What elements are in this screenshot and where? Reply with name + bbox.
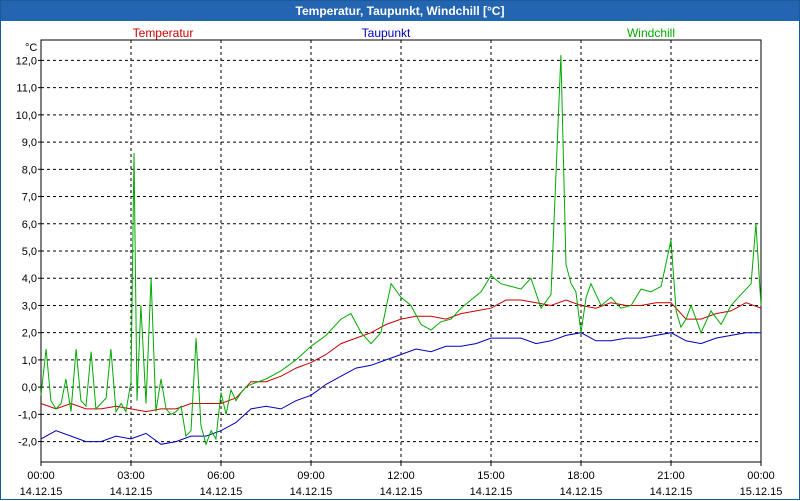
chart-canvas: -2,0 -1,0 0,0 1,0 2,0 3,0 4,0 5,0 6,0 7,0 8,0 9,0 10… (16, 26, 783, 498)
x-tick-time: 03:00 (117, 470, 145, 482)
x-tick-time: 18:00 (567, 470, 595, 482)
x-tick-date: 14.12.15 (560, 486, 603, 498)
y-tick-label: 11,0 (16, 83, 37, 95)
x-tick-date: 14.12.15 (110, 486, 153, 498)
chart-window: Temperatur, Taupunkt, Windchill [°C] -2,… (0, 0, 800, 500)
legend-temperatur: Temperatur (133, 26, 194, 40)
x-tick-time: 00:00 (27, 470, 55, 482)
x-tick-date: 15.12.15 (740, 486, 783, 498)
x-tick-date: 14.12.15 (200, 486, 243, 498)
y-tick-label: 2,0 (22, 328, 37, 340)
x-tick-date: 14.12.15 (290, 486, 333, 498)
y-tick-label: 6,0 (22, 219, 37, 231)
y-tick-label: -2,0 (18, 437, 37, 449)
y-tick-label: 5,0 (22, 246, 37, 258)
legend-taupunkt: Taupunkt (362, 26, 411, 40)
x-tick-date: 14.12.15 (650, 486, 693, 498)
x-tick-time: 09:00 (297, 470, 325, 482)
y-axis-unit: °C (25, 42, 37, 54)
x-tick-time: 21:00 (657, 470, 685, 482)
y-tick-label: -1,0 (18, 409, 37, 421)
x-tick-date: 14.12.15 (380, 486, 423, 498)
y-tick-label: 3,0 (22, 300, 37, 312)
x-tick-time: 15:00 (477, 470, 505, 482)
y-tick-label: 8,0 (22, 164, 37, 176)
legend-windchill: Windchill (627, 26, 675, 40)
x-tick-date: 14.12.15 (20, 486, 63, 498)
x-tick-time: 12:00 (387, 470, 415, 482)
x-tick-date: 14.12.15 (470, 486, 513, 498)
y-tick-label: 4,0 (22, 273, 37, 285)
y-axis-ticks: -2,0 -1,0 0,0 1,0 2,0 3,0 4,0 5,0 6,0 7,0 8,0 9,0 10… (16, 55, 41, 449)
legend: Temperatur Taupunkt Windchill (133, 26, 675, 40)
y-tick-label: 10,0 (16, 110, 37, 122)
y-tick-label: 12,0 (16, 55, 37, 67)
x-tick-time: 00:00 (747, 470, 775, 482)
x-tick-time: 06:00 (207, 470, 235, 482)
y-tick-label: 9,0 (22, 137, 37, 149)
y-tick-label: 7,0 (22, 192, 37, 204)
y-tick-label: 1,0 (22, 355, 37, 367)
y-tick-label: 0,0 (22, 382, 37, 394)
x-axis-ticks: 00:00 14.12.15 03:00 14.12.15 06:00 14.12.15 0… (20, 462, 783, 498)
